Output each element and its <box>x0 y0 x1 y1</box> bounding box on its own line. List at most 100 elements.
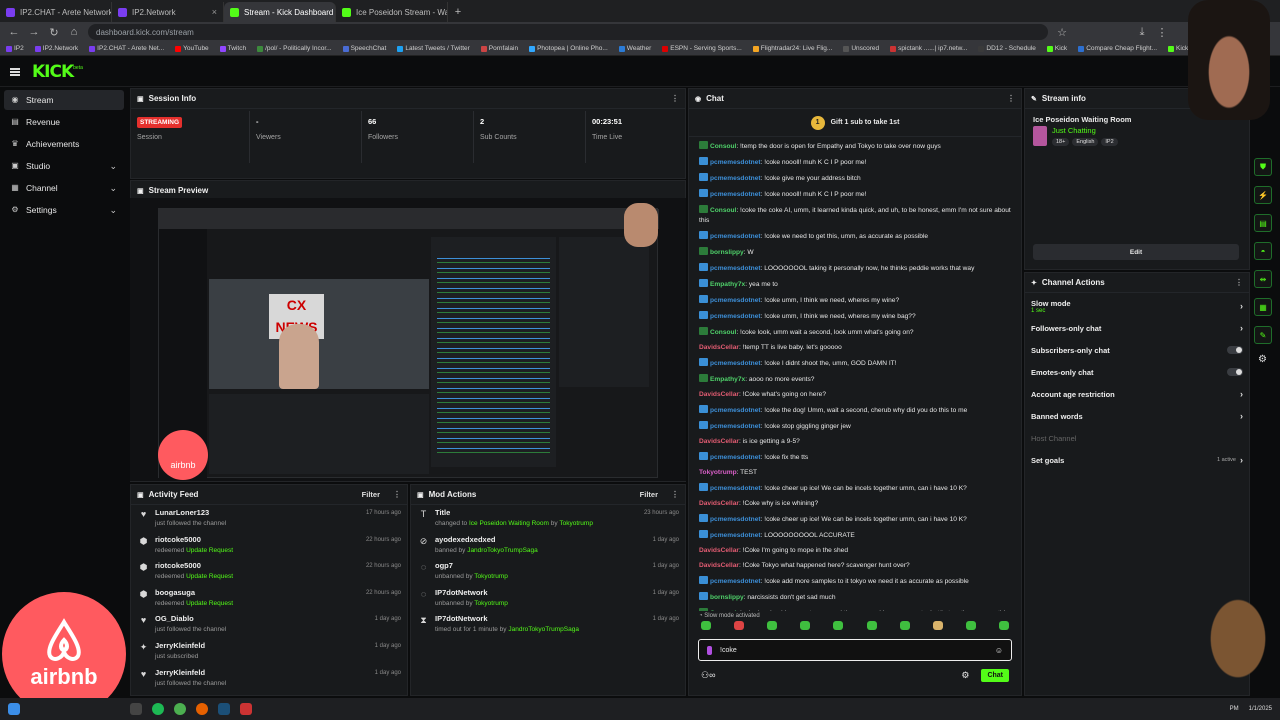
url-field[interactable]: dashboard.kick.com/stream <box>88 24 1048 40</box>
download-icon[interactable]: ⤓ <box>1136 26 1148 39</box>
chevron-down-icon[interactable]: ⌄ <box>109 161 117 172</box>
chat-username[interactable]: pcmemesdotnet <box>710 265 761 272</box>
chevron-right-icon[interactable]: › <box>1240 389 1243 399</box>
chat-input[interactable]: !coke ☺ <box>698 639 1012 661</box>
activity-user[interactable]: JerryKleinfeld <box>155 668 226 677</box>
chat-username[interactable]: Empathy7x <box>710 376 745 383</box>
mod-action-target-user[interactable]: IP7dotNetwork <box>435 614 579 623</box>
chat-username[interactable]: bornslippy <box>710 249 744 256</box>
chat-username[interactable]: Consoul <box>710 143 736 150</box>
sidebar-item-studio[interactable]: ▣ Studio ⌄ <box>4 156 124 176</box>
chat-username[interactable]: pcmemesdotnet <box>710 233 761 240</box>
chat-username[interactable]: pcmemesdotnet <box>710 578 761 585</box>
bookmark-item[interactable]: spictank ......| ip7.netw... <box>890 45 967 52</box>
mod-action-target-user[interactable]: IP7dotNetwork <box>435 588 508 597</box>
start-icon[interactable] <box>8 703 20 715</box>
emote-icon[interactable] <box>965 621 976 630</box>
emote-icon[interactable] <box>833 621 844 630</box>
wrench-icon[interactable]: ✎ <box>1254 326 1272 344</box>
channel-action-row[interactable]: Banned words › <box>1025 405 1249 427</box>
bookmark-item[interactable]: Unscored <box>843 45 879 52</box>
mod-action-actor[interactable]: Tokyotrump <box>474 600 508 607</box>
chat-menu-icon[interactable]: ⋮ <box>1007 94 1015 103</box>
shield-icon[interactable]: ⛊ <box>1254 158 1272 176</box>
chat-username[interactable]: pcmemesdotnet <box>710 407 761 414</box>
edit-stream-button[interactable]: Edit <box>1033 244 1239 260</box>
sidebar-item-channel[interactable]: ▦ Channel ⌄ <box>4 178 124 198</box>
sidebar-item-stream[interactable]: ◉ Stream <box>4 90 124 110</box>
chat-username[interactable]: Tokyotrump <box>699 469 737 476</box>
doc-icon[interactable]: ▤ <box>1254 214 1272 232</box>
activity-user[interactable]: LunarLoner123 <box>155 508 226 517</box>
split-icon[interactable]: ⇹ <box>1254 270 1272 288</box>
chat-username[interactable]: pcmemesdotnet <box>710 423 761 430</box>
mod-action-target-user[interactable]: Title <box>435 508 593 517</box>
mod-action-target-user[interactable]: ayodexedxedxed <box>435 535 538 544</box>
channel-action-row[interactable]: Subscribers-only chat <box>1025 339 1249 361</box>
bookmark-item[interactable]: Compare Cheap Flight... <box>1078 45 1157 52</box>
chevron-down-icon[interactable]: ⌄ <box>109 183 117 194</box>
mod-action-actor[interactable]: Tokyotrump <box>559 520 593 527</box>
activity-user[interactable]: JerryKleinfeld <box>155 641 205 650</box>
bookmark-item[interactable]: DD12 - Schedule <box>978 45 1036 52</box>
bookmark-item[interactable]: Kick <box>1046 45 1067 52</box>
chat-username[interactable]: pcmemesdotnet <box>710 159 761 166</box>
chat-username[interactable]: DavidsCellar <box>699 547 739 554</box>
chevron-right-icon[interactable]: › <box>1240 323 1243 333</box>
emote-icon[interactable] <box>866 621 877 630</box>
chat-username[interactable]: DavidsCellar <box>699 391 739 398</box>
category-name[interactable]: Just Chatting <box>1052 126 1118 135</box>
mod-menu-icon[interactable]: ⋮ <box>671 490 679 499</box>
activity-user[interactable]: boogasuga <box>155 588 233 597</box>
bookmark-item[interactable]: Flightradar24: Live Flig... <box>752 45 832 52</box>
chat-username[interactable]: DavidsCellar <box>699 438 739 445</box>
bookmark-item[interactable]: ESPN - Serving Sports... <box>662 45 742 52</box>
forward-icon[interactable]: → <box>28 26 40 38</box>
emote-icon[interactable] <box>998 621 1009 630</box>
extensions-icon[interactable]: ⋮ <box>1156 26 1168 39</box>
menu-icon[interactable] <box>10 67 20 76</box>
gift-banner[interactable]: 1 Gift 1 sub to take 1st <box>689 109 1021 137</box>
back-icon[interactable]: ← <box>8 26 20 38</box>
chat-username[interactable]: Consoul <box>710 610 736 612</box>
chat-username[interactable]: pcmemesdotnet <box>710 485 761 492</box>
activity-user[interactable]: riotcoke5000 <box>155 535 233 544</box>
bolt-icon[interactable]: ⚡ <box>1254 186 1272 204</box>
chat-username[interactable]: bornslippy <box>710 594 744 601</box>
chat-username[interactable]: Consoul <box>710 329 736 336</box>
close-icon[interactable]: × <box>212 7 217 17</box>
stream-preview-video[interactable]: CX NEWS airbnb <box>130 198 686 481</box>
chat-username[interactable]: pcmemesdotnet <box>710 297 761 304</box>
settings-gear-icon[interactable]: ⚙ <box>1258 354 1267 365</box>
bookmark-item[interactable]: IP2.CHAT - Arete Net... <box>89 45 164 52</box>
channel-action-row[interactable]: Followers-only chat › <box>1025 317 1249 339</box>
bookmark-item[interactable]: SpeechChat <box>342 45 386 52</box>
bookmark-star-icon[interactable]: ☆ <box>1056 26 1068 39</box>
app-icon-other[interactable] <box>240 703 252 715</box>
send-chat-button[interactable]: Chat <box>981 668 1009 682</box>
bookmark-item[interactable]: /pol/ - Politically Incor... <box>257 45 332 52</box>
chevron-right-icon[interactable]: › <box>1240 455 1243 465</box>
chat-username[interactable]: pcmemesdotnet <box>710 532 761 539</box>
mod-action-actor[interactable]: Tokyotrump <box>474 573 508 580</box>
activity-user[interactable]: OG_Diablo <box>155 614 226 623</box>
app-icon-steam[interactable] <box>218 703 230 715</box>
chat-username[interactable]: pcmemesdotnet <box>710 175 761 182</box>
app-icon-spotify[interactable] <box>152 703 164 715</box>
chat-settings-icon[interactable]: ⚙ <box>961 670 969 681</box>
chat-username[interactable]: DavidsCellar <box>699 562 739 569</box>
emote-icon[interactable] <box>932 621 943 630</box>
new-tab-button[interactable]: + <box>452 6 464 18</box>
chat-bubble-icon[interactable]: ◓ <box>1254 242 1272 260</box>
chat-username[interactable]: pcmemesdotnet <box>710 191 761 198</box>
mod-action-actor[interactable]: JandroTokyoTrumpSaga <box>467 547 538 554</box>
toggle-switch[interactable] <box>1227 368 1243 376</box>
bookmark-item[interactable]: Twitch <box>219 45 246 52</box>
points-icon[interactable]: ⚇∞ <box>701 670 715 681</box>
reload-icon[interactable]: ↻ <box>48 26 60 39</box>
browser-tab[interactable]: Stream - Kick Dashboard× <box>224 2 336 22</box>
channel-actions-menu-icon[interactable]: ⋮ <box>1235 278 1243 287</box>
channel-action-row[interactable]: Account age restriction › <box>1025 383 1249 405</box>
chat-username[interactable]: DavidsCellar <box>699 500 739 507</box>
toggle-switch[interactable] <box>1227 346 1243 354</box>
